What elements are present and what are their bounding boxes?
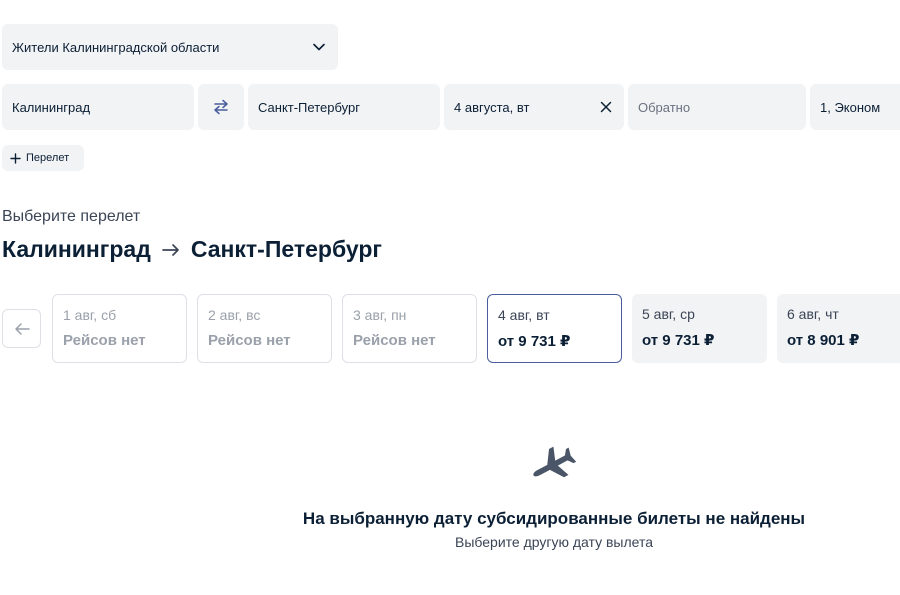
chevron-down-icon: [312, 40, 326, 54]
return-date-placeholder: Обратно: [638, 99, 691, 115]
date-card-date: 5 авг, ср: [642, 306, 695, 322]
date-card-date: 6 авг, чт: [787, 306, 839, 322]
arrow-right-icon: [161, 242, 181, 258]
prev-dates-button[interactable]: [2, 309, 41, 348]
departure-date-field[interactable]: 4 августа, вт: [444, 84, 624, 130]
date-card-2[interactable]: 2 авг, вс Рейсов нет: [197, 294, 332, 363]
add-flight-label: Перелет: [26, 152, 70, 164]
date-card-1[interactable]: 1 авг, сб Рейсов нет: [52, 294, 187, 363]
empty-state-title: На выбранную дату субсидированные билеты…: [302, 509, 806, 528]
swap-button[interactable]: [198, 84, 244, 130]
region-select-value: Жители Калининградской области: [12, 39, 220, 55]
date-card-price: от 9 731 ₽: [498, 333, 571, 350]
route-to: Санкт-Петербург: [190, 236, 382, 262]
close-icon[interactable]: [600, 101, 612, 113]
date-card-price: Рейсов нет: [63, 332, 146, 349]
add-flight-button[interactable]: Перелет: [2, 145, 84, 171]
date-card-4[interactable]: 4 авг, вт от 9 731 ₽: [487, 294, 622, 363]
date-card-date: 1 авг, сб: [63, 307, 117, 323]
date-card-price: от 8 901 ₽: [787, 332, 860, 349]
date-card-3[interactable]: 3 авг, пн Рейсов нет: [342, 294, 477, 363]
plus-icon: [10, 152, 21, 164]
date-card-price: Рейсов нет: [208, 332, 291, 349]
date-card-date: 3 авг, пн: [353, 307, 407, 323]
empty-state-subtitle: Выберите другую дату вылета: [454, 534, 654, 550]
route-title: Калининград Санкт-Петербург: [2, 236, 382, 263]
passengers-value: 1, Эконом: [820, 99, 881, 115]
from-value: Калининград: [12, 99, 91, 115]
date-card-5[interactable]: 5 авг, ср от 9 731 ₽: [632, 294, 767, 363]
swap-icon: [212, 99, 230, 115]
date-card-date: 2 авг, вс: [208, 307, 261, 323]
region-select[interactable]: Жители Калининградской области: [2, 24, 338, 70]
date-card-price: от 9 731 ₽: [642, 332, 715, 349]
date-card-price: Рейсов нет: [353, 332, 436, 349]
arrow-left-icon: [14, 322, 30, 336]
to-value: Санкт-Петербург: [258, 99, 360, 115]
select-flight-subtitle: Выберите перелет: [2, 208, 141, 225]
to-field[interactable]: Санкт-Петербург: [248, 84, 440, 130]
passengers-field[interactable]: 1, Эконом: [810, 84, 900, 130]
date-card-date: 4 авг, вт: [498, 307, 550, 323]
airplane-icon: [528, 446, 578, 489]
search-form: Калининград Санкт-Петербург 4 августа, в…: [0, 84, 900, 130]
from-field[interactable]: Калининград: [2, 84, 194, 130]
date-card-6[interactable]: 6 авг, чт от 8 901 ₽: [777, 294, 900, 363]
route-from: Калининград: [2, 236, 151, 262]
departure-date-value: 4 августа, вт: [454, 99, 530, 115]
return-date-field[interactable]: Обратно: [628, 84, 806, 130]
